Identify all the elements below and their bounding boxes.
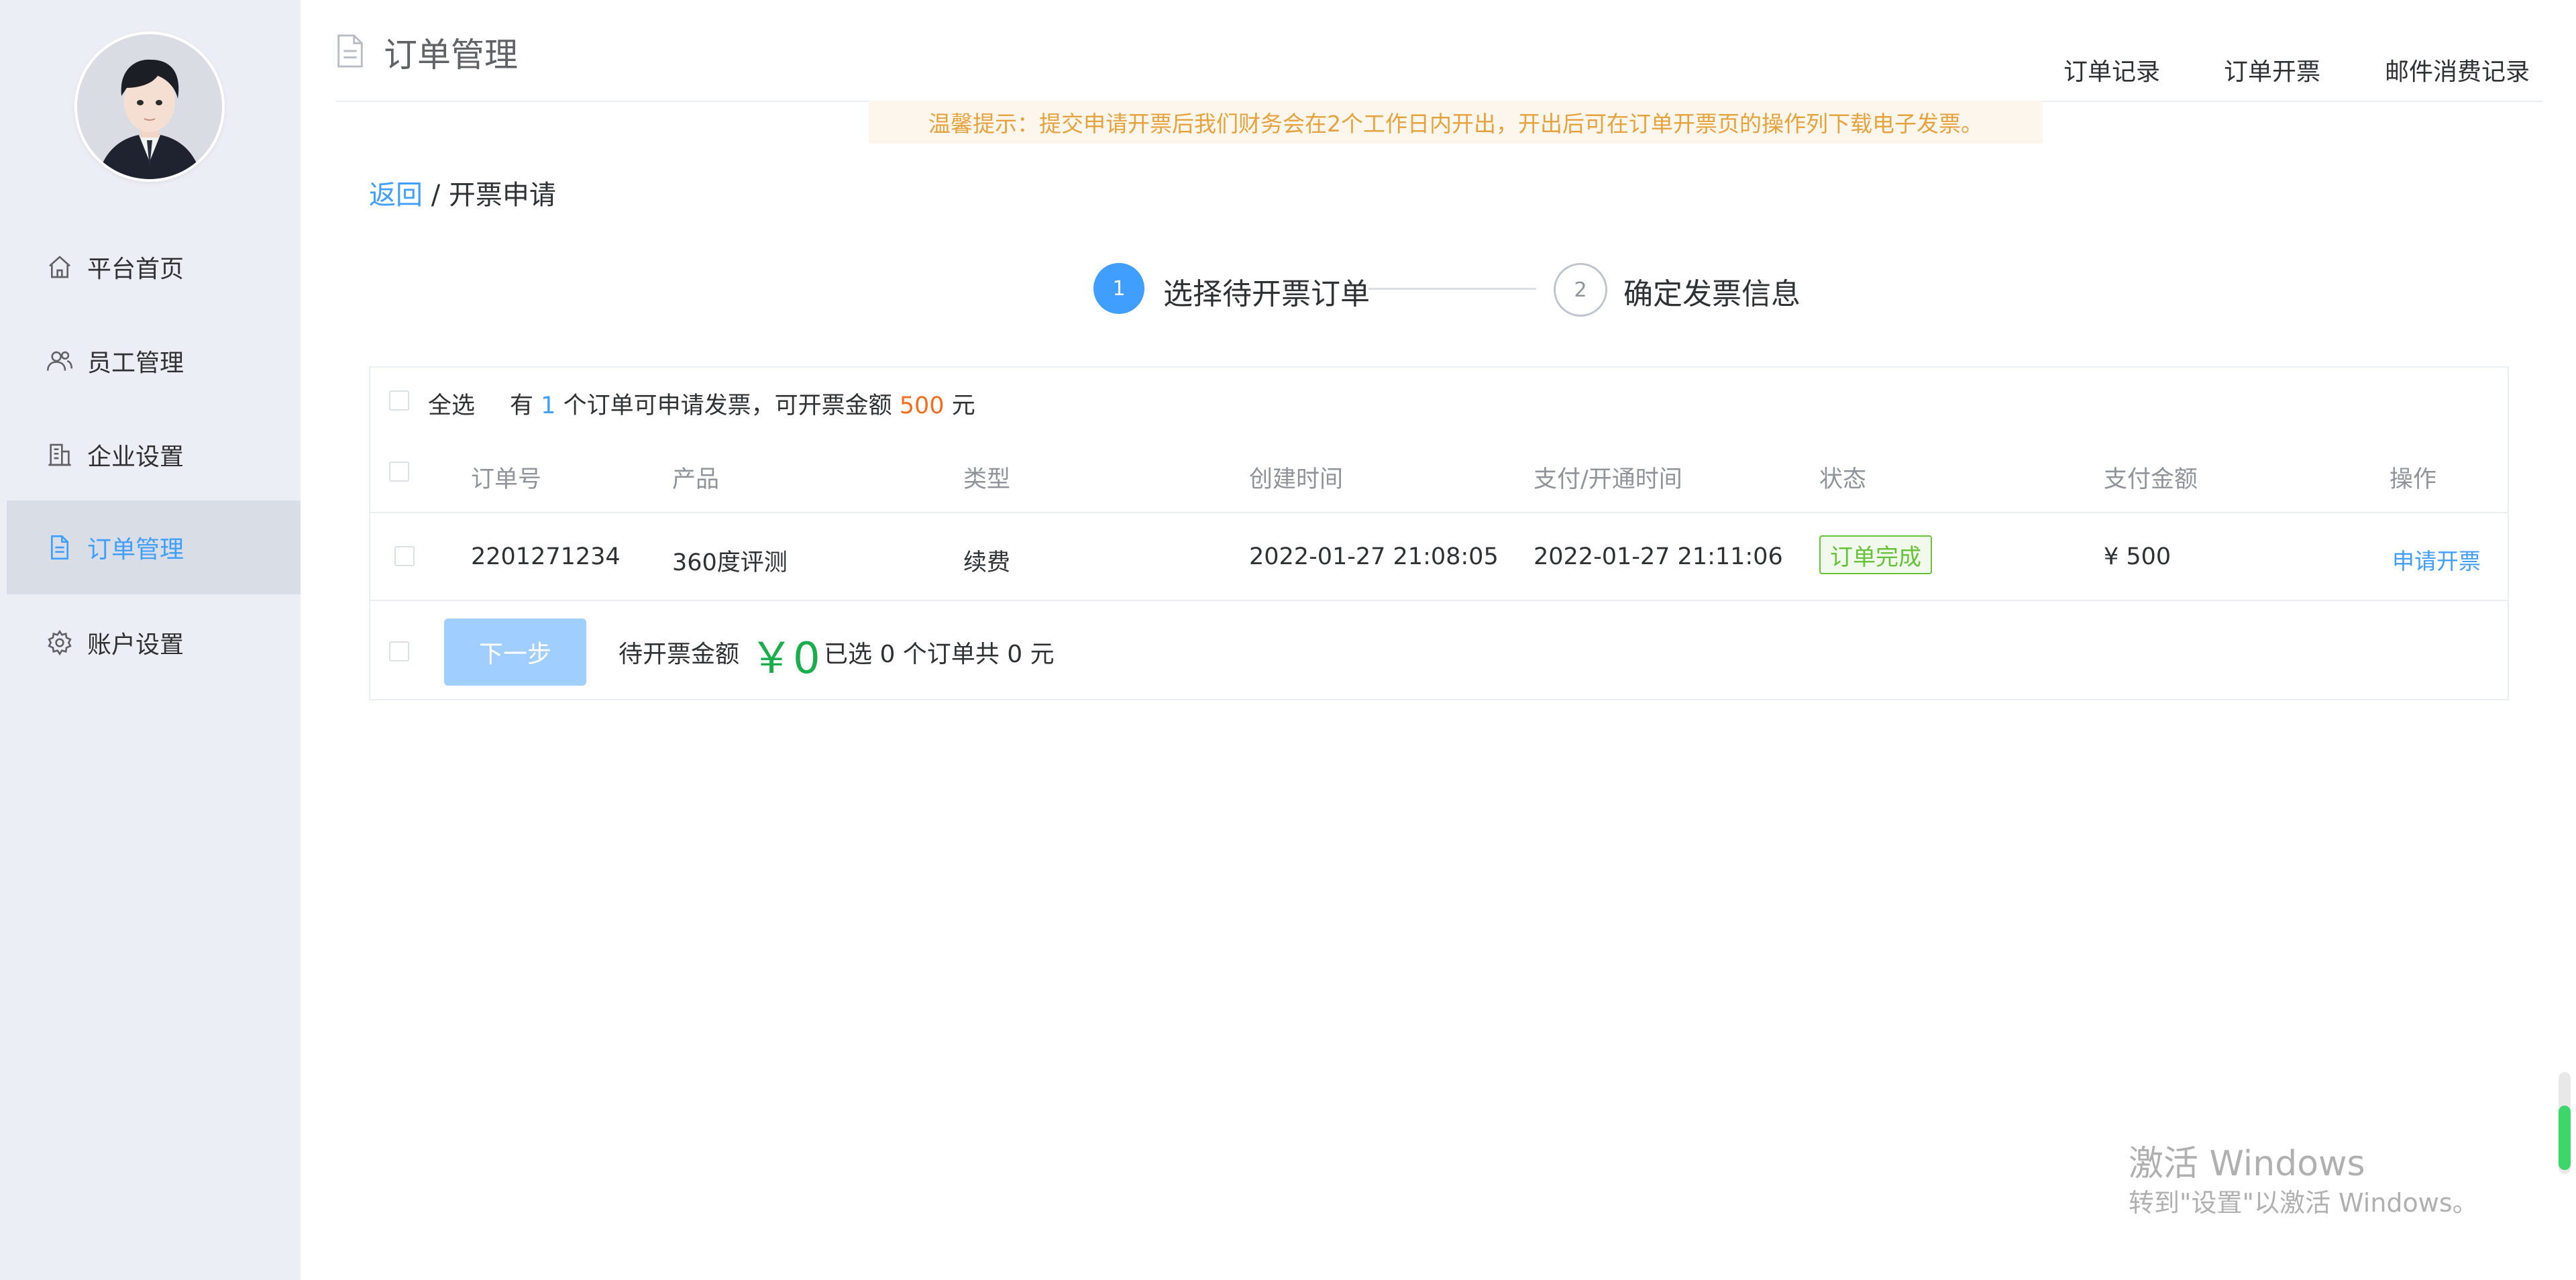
- sidebar-item-label: 员工管理: [87, 350, 184, 377]
- selected-summary: 已选 0 个订单共 0 元: [824, 641, 1055, 668]
- pending-amount-value: ￥0: [750, 634, 820, 684]
- avatar-portrait-icon: [77, 34, 222, 179]
- header-checkbox[interactable]: [389, 462, 409, 482]
- sidebar-item-label: 订单管理: [87, 536, 184, 564]
- notice-banner: 温馨提示：提交申请开票后我们财务会在2个工作日内开出，开出后可在订单开票页的操作…: [869, 101, 2043, 144]
- column-header-status: 状态: [1819, 466, 1867, 493]
- cell-paid-time: 2022-01-27 21:11:06: [1534, 543, 1783, 570]
- windows-activation-subtitle: 转到"设置"以激活 Windows。: [2129, 1188, 2478, 1218]
- step-2-label: 确定发票信息: [1623, 277, 1801, 311]
- select-all-checkbox[interactable]: [389, 390, 409, 411]
- sidebar-item-label: 企业设置: [87, 443, 184, 471]
- document-icon: [44, 532, 75, 563]
- windows-activation-title: 激活 Windows: [2129, 1144, 2365, 1184]
- column-header-created-time: 创建时间: [1249, 466, 1344, 493]
- invoice-order-panel: 全选 有 1 个订单可申请发票，可开票金额 500 元 订单号 产品 类型 创建…: [369, 366, 2509, 700]
- page-header: 订单管理 订单记录 订单开票 邮件消费记录: [335, 0, 2542, 102]
- summary-text: 有 1 个订单可申请发票，可开票金额 500 元: [510, 386, 975, 421]
- column-header-paid-time: 支付/开通时间: [1534, 466, 1682, 493]
- back-link[interactable]: 返回: [369, 180, 423, 211]
- summary-prefix: 有: [510, 392, 534, 419]
- breadcrumb-separator: /: [431, 180, 441, 211]
- link-email-consumption-records[interactable]: 邮件消费记录: [2385, 52, 2530, 87]
- sidebar-item-account-settings[interactable]: 账户设置: [7, 596, 301, 690]
- building-icon: [44, 439, 75, 470]
- breadcrumb-current: 开票申请: [448, 180, 556, 211]
- column-header-order-no: 订单号: [471, 466, 542, 493]
- pending-amount-label: 待开票金额: [619, 641, 740, 668]
- cell-product: 360度评测: [672, 549, 788, 576]
- step-1-circle: 1: [1093, 263, 1144, 314]
- column-header-type: 类型: [963, 466, 1011, 493]
- select-all-label: 全选: [428, 392, 476, 419]
- sidebar-item-employees[interactable]: 员工管理: [7, 314, 301, 408]
- column-header-product: 产品: [672, 466, 720, 493]
- breadcrumb: 返回 / 开票申请: [369, 173, 556, 212]
- sidebar: 平台首页 员工管理 企业设置 订单管理 账户设置: [0, 0, 301, 1280]
- home-icon: [44, 252, 75, 282]
- sidebar-item-orders[interactable]: 订单管理: [7, 500, 301, 594]
- users-icon: [44, 345, 75, 376]
- cell-type: 续费: [963, 549, 1011, 576]
- cell-created-time: 2022-01-27 21:08:05: [1249, 543, 1499, 570]
- summary-middle: 个订单可申请发票，可开票金额: [563, 392, 892, 419]
- sidebar-item-company-settings[interactable]: 企业设置: [7, 408, 301, 502]
- next-step-button[interactable]: 下一步: [444, 619, 586, 686]
- sidebar-item-label: 平台首页: [87, 256, 184, 283]
- cell-order-no: 2201271234: [471, 543, 621, 570]
- row-checkbox[interactable]: [394, 546, 415, 566]
- scrollbar-thumb[interactable]: [2559, 1106, 2571, 1170]
- link-order-invoicing[interactable]: 订单开票: [2224, 52, 2320, 87]
- document-icon: [335, 34, 365, 70]
- cell-amount: ¥ 500: [2104, 543, 2171, 570]
- summary-amount: 500: [899, 392, 945, 419]
- apply-invoice-link[interactable]: 申请开票: [2392, 543, 2481, 576]
- summary-suffix: 元: [951, 392, 975, 419]
- page-title: 订单管理: [335, 28, 518, 76]
- footer-checkbox[interactable]: [389, 641, 409, 661]
- step-1-label: 选择待开票订单: [1163, 277, 1370, 311]
- column-header-action: 操作: [2390, 466, 2437, 493]
- sidebar-item-label: 账户设置: [87, 631, 184, 659]
- link-order-records[interactable]: 订单记录: [2063, 52, 2160, 87]
- table-divider: [370, 512, 2508, 513]
- column-header-amount: 支付金额: [2104, 466, 2198, 493]
- step-connector: [1368, 288, 1536, 290]
- user-avatar[interactable]: [77, 34, 222, 179]
- table-divider: [370, 600, 2508, 601]
- sidebar-item-home[interactable]: 平台首页: [7, 220, 301, 314]
- status-badge: 订单完成: [1819, 535, 1932, 574]
- gear-icon: [44, 627, 75, 658]
- page-title-text: 订单管理: [384, 36, 518, 74]
- scrollbar[interactable]: [2559, 1072, 2571, 1174]
- summary-count: 1: [541, 392, 556, 419]
- step-2-circle: 2: [1554, 263, 1607, 317]
